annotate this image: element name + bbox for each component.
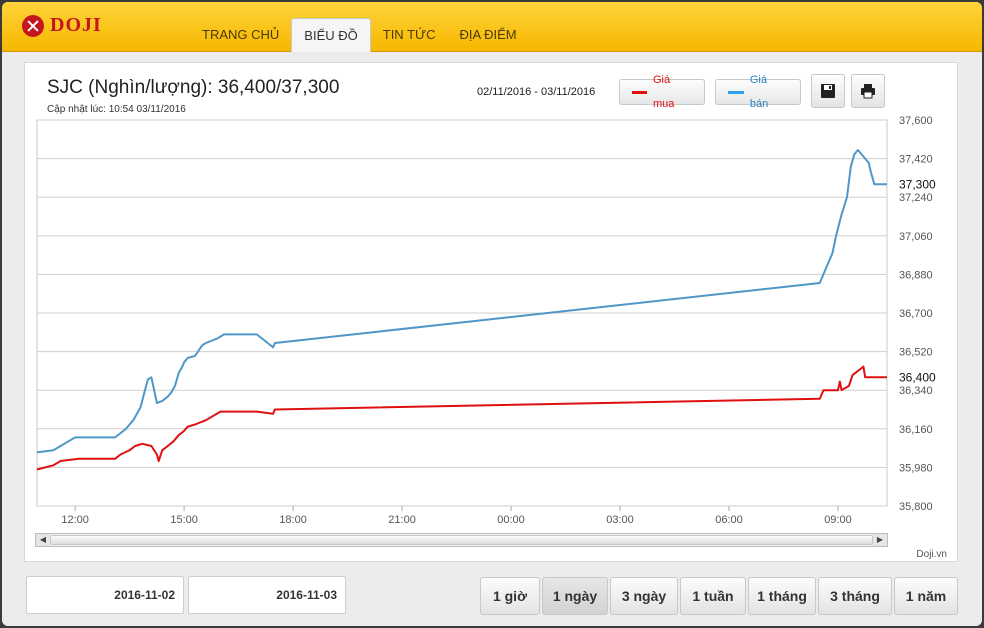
logo-mark-icon bbox=[22, 14, 44, 37]
x-tick-label: 15:00 bbox=[170, 514, 198, 523]
chart-panel: SJC (Nghìn/lượng): 36,400/37,300 Cập nhậ… bbox=[24, 62, 958, 562]
top-bar: DOJI TRANG CHỦ BIỂU ĐỒ TIN TỨC ĐỊA ĐIỂM bbox=[2, 2, 982, 52]
y-tick-label: 37,240 bbox=[899, 192, 933, 204]
x-tick-label: 06:00 bbox=[715, 514, 743, 523]
range-1-tuan-button[interactable]: 1 tuần bbox=[680, 577, 746, 615]
x-tick-label: 21:00 bbox=[388, 514, 416, 523]
nav-bieu-do[interactable]: BIỂU ĐỒ bbox=[291, 18, 371, 52]
nav-trang-chu[interactable]: TRANG CHỦ bbox=[190, 18, 291, 52]
x-tick-label: 00:00 bbox=[497, 514, 525, 523]
price-chart[interactable]: 35,800 35,980 36,160 36,340 36,520 36,700 36,8… bbox=[25, 63, 957, 523]
y-tick-label: 36,520 bbox=[899, 347, 933, 359]
date-to-field[interactable]: 2016-11-03 bbox=[188, 576, 346, 614]
credit-link[interactable]: Doji.vn bbox=[916, 549, 947, 560]
x-tick-label: 18:00 bbox=[279, 514, 307, 523]
y-tick-label: 37,420 bbox=[899, 154, 933, 166]
scroll-thumb[interactable] bbox=[50, 535, 873, 545]
y-tick-label: 37,060 bbox=[899, 231, 933, 243]
nav-tin-tuc[interactable]: TIN TỨC bbox=[371, 18, 448, 52]
range-1-thang-button[interactable]: 1 tháng bbox=[748, 577, 816, 615]
y-tick-label: 36,700 bbox=[899, 308, 933, 320]
logo-text: DOJI bbox=[50, 14, 102, 36]
y-tick-label: 36,340 bbox=[899, 385, 933, 397]
range-1-gio-button[interactable]: 1 giờ bbox=[480, 577, 540, 615]
x-tick-label: 12:00 bbox=[61, 514, 89, 523]
x-tick-label: 09:00 bbox=[824, 514, 852, 523]
y-tick-label: 36,880 bbox=[899, 269, 933, 281]
range-3-ngay-button[interactable]: 3 ngày bbox=[610, 577, 678, 615]
main-nav: TRANG CHỦ BIỂU ĐỒ TIN TỨC ĐỊA ĐIỂM bbox=[190, 18, 529, 52]
chart-scrollbar[interactable]: ◀ ▶ bbox=[35, 533, 888, 547]
y-tick-label: 36,160 bbox=[899, 424, 933, 436]
doji-logo[interactable]: DOJI bbox=[22, 14, 102, 37]
range-1-ngay-button[interactable]: 1 ngày bbox=[542, 577, 608, 615]
y-tick-label: 35,800 bbox=[899, 501, 933, 513]
sell-last-value-label: 37,300 bbox=[899, 177, 936, 191]
x-tick-label: 03:00 bbox=[606, 514, 634, 523]
app-frame: DOJI TRANG CHỦ BIỂU ĐỒ TIN TỨC ĐỊA ĐIỂM … bbox=[2, 2, 982, 626]
range-1-nam-button[interactable]: 1 năm bbox=[894, 577, 958, 615]
y-tick-label: 37,600 bbox=[899, 115, 933, 127]
buy-last-value-label: 36,400 bbox=[899, 370, 936, 384]
y-tick-label: 35,980 bbox=[899, 462, 933, 474]
scroll-left-arrow-icon[interactable]: ◀ bbox=[36, 534, 50, 546]
scroll-right-arrow-icon[interactable]: ▶ bbox=[873, 534, 887, 546]
range-3-thang-button[interactable]: 3 tháng bbox=[818, 577, 892, 615]
nav-dia-diem[interactable]: ĐỊA ĐIỂM bbox=[448, 18, 529, 52]
date-from-field[interactable]: 2016-11-02 bbox=[26, 576, 184, 614]
